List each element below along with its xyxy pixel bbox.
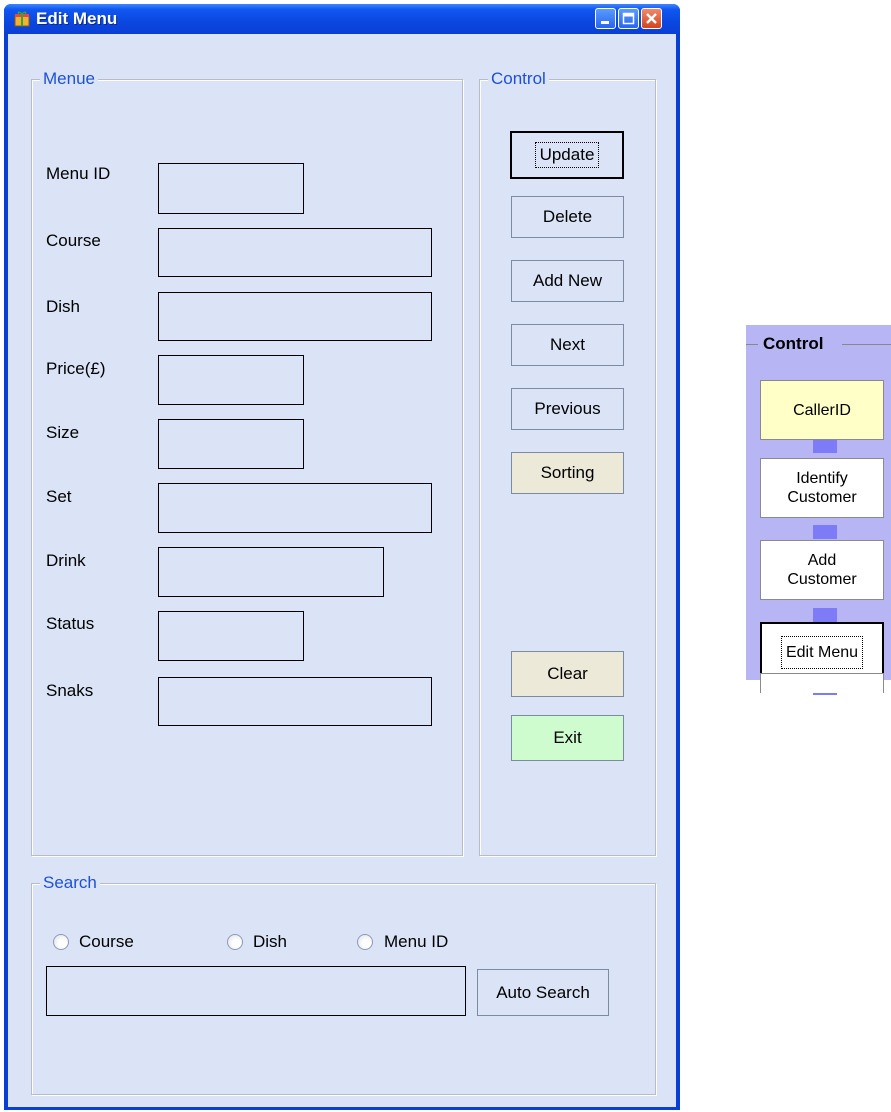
minimize-icon — [601, 21, 609, 24]
snaks-label: Snaks — [46, 681, 94, 700]
window-title: Edit Menu — [36, 9, 118, 28]
clear-button[interactable]: Clear — [511, 651, 624, 697]
course-radio[interactable] — [53, 934, 69, 950]
previous-button[interactable]: Previous — [511, 388, 624, 430]
next-side-button[interactable] — [760, 673, 884, 693]
set-label: Set — [46, 487, 72, 506]
add-customer-button[interactable]: Add Customer — [760, 540, 884, 600]
exit-button[interactable]: Exit — [511, 715, 624, 761]
dish-radio[interactable] — [227, 934, 243, 950]
connector — [813, 608, 837, 622]
delete-button[interactable]: Delete — [511, 196, 624, 238]
edit-menu-window: Edit Menu Menue Menu ID Course Dish Pric… — [4, 4, 680, 1110]
maximize-icon — [622, 12, 635, 25]
menu-id-radio[interactable] — [357, 934, 373, 950]
size-field[interactable] — [158, 419, 304, 469]
search-group-legend: Search — [40, 873, 100, 893]
dish-label: Dish — [46, 297, 81, 316]
add-new-button[interactable]: Add New — [511, 260, 624, 302]
menu-id-radio-label[interactable]: Menu ID — [384, 932, 448, 952]
menu-id-field[interactable] — [158, 163, 304, 214]
caller-id-button[interactable]: CallerID — [760, 380, 884, 440]
auto-search-button[interactable]: Auto Search — [477, 969, 609, 1016]
minimize-button[interactable] — [595, 8, 616, 29]
side-panel-rule — [842, 344, 891, 345]
price-label: Price(£) — [46, 359, 106, 378]
identify-customer-button[interactable]: Identify Customer — [760, 458, 884, 518]
drink-label: Drink — [46, 551, 86, 570]
search-input[interactable] — [46, 966, 466, 1016]
update-button-label: Update — [534, 142, 600, 168]
next-button[interactable]: Next — [511, 324, 624, 366]
snaks-field[interactable] — [158, 677, 432, 726]
sorting-button[interactable]: Sorting — [511, 452, 624, 494]
edit-menu-button-label: Edit Menu — [780, 635, 864, 669]
update-button[interactable]: Update — [510, 131, 624, 179]
status-field[interactable] — [158, 611, 304, 661]
side-panel-rule — [746, 344, 758, 345]
title-bar[interactable]: Edit Menu — [4, 4, 680, 34]
window-client-area: Menue Menu ID Course Dish Price(£) Size … — [8, 34, 676, 1107]
dish-radio-label[interactable]: Dish — [253, 932, 287, 952]
connector — [813, 525, 837, 539]
size-label: Size — [46, 423, 80, 442]
maximize-button[interactable] — [618, 8, 639, 29]
connector — [813, 439, 837, 453]
close-button[interactable] — [641, 8, 662, 29]
menu-group-legend: Menue — [40, 69, 98, 89]
drink-field[interactable] — [158, 547, 384, 597]
side-panel-title: Control — [760, 334, 827, 354]
menu-id-label: Menu ID — [46, 164, 111, 183]
set-field[interactable] — [158, 483, 432, 533]
price-field[interactable] — [158, 355, 304, 405]
app-icon — [14, 11, 30, 27]
course-radio-label[interactable]: Course — [79, 932, 134, 952]
course-label: Course — [46, 231, 101, 250]
side-control-panel: Control CallerID Identify Customer Add C… — [746, 325, 891, 695]
control-group-legend: Control — [488, 69, 549, 89]
dish-field[interactable] — [158, 292, 432, 341]
close-icon — [646, 13, 657, 24]
course-field[interactable] — [158, 228, 432, 277]
status-label: Status — [46, 614, 95, 633]
